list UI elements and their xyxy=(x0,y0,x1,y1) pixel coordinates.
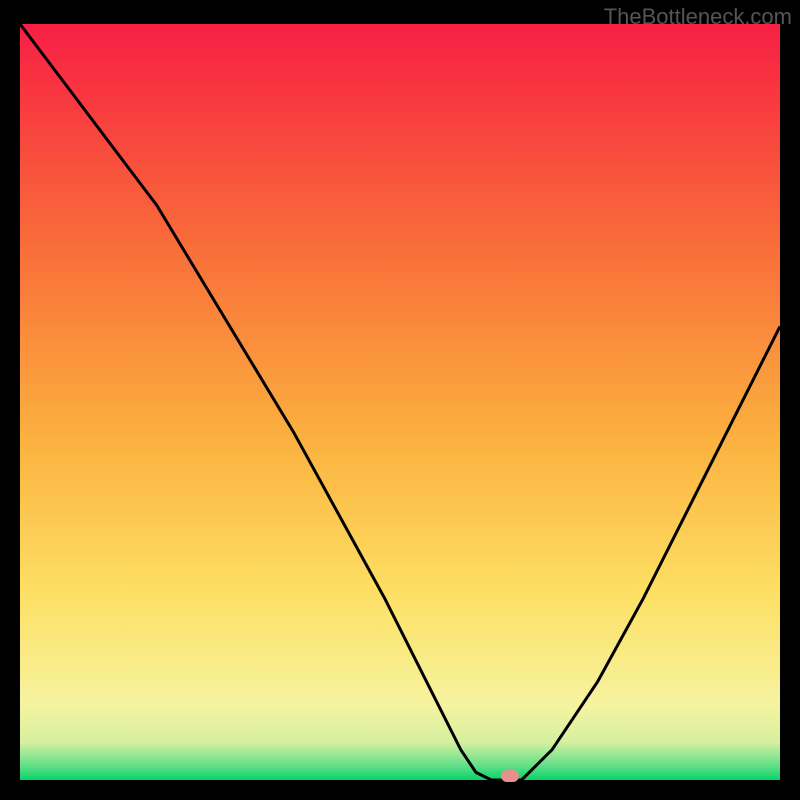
chart-svg xyxy=(20,24,780,780)
minimum-marker xyxy=(501,770,519,782)
gradient-background xyxy=(20,24,780,780)
plot-frame xyxy=(20,24,780,780)
watermark-text: TheBottleneck.com xyxy=(604,4,792,30)
